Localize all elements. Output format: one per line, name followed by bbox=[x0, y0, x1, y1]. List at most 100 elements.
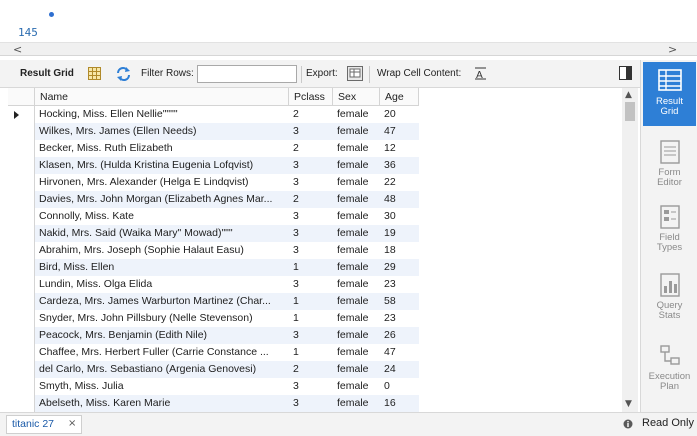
column-header-sex[interactable]: Sex bbox=[333, 88, 380, 106]
row-selector[interactable] bbox=[8, 208, 35, 225]
table-row[interactable]: Wilkes, Mrs. James (Ellen Needs) 3 female 4… bbox=[8, 123, 419, 140]
name-cell[interactable]: Bird, Miss. Ellen bbox=[35, 259, 289, 276]
scroll-up-icon[interactable]: ▲ bbox=[625, 90, 632, 100]
pclass-cell[interactable]: 3 bbox=[289, 378, 333, 395]
row-selector[interactable] bbox=[8, 191, 35, 208]
row-selector[interactable] bbox=[8, 327, 35, 344]
pclass-cell[interactable]: 2 bbox=[289, 361, 333, 378]
sex-cell[interactable]: female bbox=[333, 208, 380, 225]
editor-horizontal-scrollbar[interactable]: < > bbox=[0, 42, 697, 56]
age-cell[interactable]: 23 bbox=[380, 276, 419, 293]
grid-vertical-scrollbar[interactable]: ▲ ▼ bbox=[622, 88, 638, 413]
age-cell[interactable]: 29 bbox=[380, 259, 419, 276]
age-cell[interactable]: 30 bbox=[380, 208, 419, 225]
table-row[interactable]: Abrahim, Mrs. Joseph (Sophie Halaut Easu… bbox=[8, 242, 419, 259]
row-selector[interactable] bbox=[8, 259, 35, 276]
age-cell[interactable]: 22 bbox=[380, 174, 419, 191]
row-selector[interactable] bbox=[8, 140, 35, 157]
panel-field-types[interactable]: Field Types bbox=[643, 199, 696, 257]
sex-cell[interactable]: female bbox=[333, 191, 380, 208]
row-selector[interactable] bbox=[8, 242, 35, 259]
sql-editor[interactable]: 145 SELECT `Name`, `Pclass`, `Sex`, `Age… bbox=[0, 0, 697, 75]
scroll-thumb[interactable] bbox=[625, 102, 635, 121]
row-selector[interactable] bbox=[8, 174, 35, 191]
table-row[interactable]: Klasen, Mrs. (Hulda Kristina Eugenia Lof… bbox=[8, 157, 419, 174]
column-header-name[interactable]: Name bbox=[35, 88, 289, 106]
age-cell[interactable]: 18 bbox=[380, 242, 419, 259]
sex-cell[interactable]: female bbox=[333, 327, 380, 344]
result-tab[interactable]: titanic 27 × bbox=[6, 415, 82, 434]
table-row[interactable]: Lundin, Miss. Olga Elida 3 female 23 bbox=[8, 276, 419, 293]
toggle-panel-icon[interactable] bbox=[619, 66, 632, 80]
sex-cell[interactable]: female bbox=[333, 140, 380, 157]
name-cell[interactable]: Nakid, Mrs. Said (Waika Mary" Mowad)""" bbox=[35, 225, 289, 242]
pclass-cell[interactable]: 1 bbox=[289, 259, 333, 276]
age-cell[interactable]: 26 bbox=[380, 327, 419, 344]
pclass-cell[interactable]: 3 bbox=[289, 276, 333, 293]
pclass-cell[interactable]: 3 bbox=[289, 327, 333, 344]
row-selector[interactable] bbox=[8, 344, 35, 361]
table-row[interactable]: Snyder, Mrs. John Pillsbury (Nelle Steve… bbox=[8, 310, 419, 327]
panel-result-grid[interactable]: Result Grid bbox=[643, 62, 696, 126]
panel-query-stats[interactable]: Query Stats bbox=[643, 267, 696, 327]
scroll-down-icon[interactable]: ▼ bbox=[625, 399, 632, 409]
pclass-cell[interactable]: 3 bbox=[289, 123, 333, 140]
age-cell[interactable]: 58 bbox=[380, 293, 419, 310]
table-row[interactable]: Becker, Miss. Ruth Elizabeth 2 female 12 bbox=[8, 140, 419, 157]
close-icon[interactable]: × bbox=[68, 418, 76, 429]
table-row[interactable]: Bird, Miss. Ellen 1 female 29 bbox=[8, 259, 419, 276]
sex-cell[interactable]: female bbox=[333, 361, 380, 378]
table-row[interactable]: Davies, Mrs. John Morgan (Elizabeth Agne… bbox=[8, 191, 419, 208]
pclass-cell[interactable]: 3 bbox=[289, 208, 333, 225]
age-cell[interactable]: 20 bbox=[380, 106, 419, 123]
table-row[interactable]: Hirvonen, Mrs. Alexander (Helga E Lindqv… bbox=[8, 174, 419, 191]
table-row[interactable]: Connolly, Miss. Kate 3 female 30 bbox=[8, 208, 419, 225]
table-row[interactable]: del Carlo, Mrs. Sebastiano (Argenia Geno… bbox=[8, 361, 419, 378]
row-selector[interactable] bbox=[8, 293, 35, 310]
grid-layout-icon[interactable] bbox=[88, 67, 101, 80]
sex-cell[interactable]: female bbox=[333, 276, 380, 293]
sex-cell[interactable]: female bbox=[333, 310, 380, 327]
pclass-cell[interactable]: 3 bbox=[289, 174, 333, 191]
sex-cell[interactable]: female bbox=[333, 157, 380, 174]
sex-cell[interactable]: female bbox=[333, 395, 380, 412]
sex-cell[interactable]: female bbox=[333, 123, 380, 140]
wrap-text-icon[interactable]: A bbox=[474, 67, 487, 80]
filter-rows-input[interactable] bbox=[197, 65, 297, 83]
pclass-cell[interactable]: 1 bbox=[289, 344, 333, 361]
sex-cell[interactable]: female bbox=[333, 106, 380, 123]
pclass-cell[interactable]: 3 bbox=[289, 157, 333, 174]
column-header-pclass[interactable]: Pclass bbox=[289, 88, 333, 106]
code-line-145[interactable]: 145 SELECT `Name`, `Pclass`, `Sex`, `Age… bbox=[0, 6, 680, 75]
name-cell[interactable]: Hocking, Miss. Ellen Nellie"""" bbox=[35, 106, 289, 123]
panel-form-editor[interactable]: Form Editor bbox=[643, 134, 696, 190]
panel-execution-plan[interactable]: Execution Plan bbox=[643, 338, 696, 396]
name-cell[interactable]: del Carlo, Mrs. Sebastiano (Argenia Geno… bbox=[35, 361, 289, 378]
name-cell[interactable]: Snyder, Mrs. John Pillsbury (Nelle Steve… bbox=[35, 310, 289, 327]
age-cell[interactable]: 0 bbox=[380, 378, 419, 395]
row-selector[interactable] bbox=[8, 276, 35, 293]
age-cell[interactable]: 16 bbox=[380, 395, 419, 412]
age-cell[interactable]: 36 bbox=[380, 157, 419, 174]
row-selector[interactable] bbox=[8, 378, 35, 395]
pclass-cell[interactable]: 1 bbox=[289, 310, 333, 327]
pclass-cell[interactable]: 3 bbox=[289, 395, 333, 412]
name-cell[interactable]: Connolly, Miss. Kate bbox=[35, 208, 289, 225]
table-row[interactable]: Cardeza, Mrs. James Warburton Martinez (… bbox=[8, 293, 419, 310]
age-cell[interactable]: 19 bbox=[380, 225, 419, 242]
name-cell[interactable]: Klasen, Mrs. (Hulda Kristina Eugenia Lof… bbox=[35, 157, 289, 174]
name-cell[interactable]: Abrahim, Mrs. Joseph (Sophie Halaut Easu… bbox=[35, 242, 289, 259]
pclass-cell[interactable]: 3 bbox=[289, 242, 333, 259]
sex-cell[interactable]: female bbox=[333, 225, 380, 242]
scroll-left-icon[interactable]: < bbox=[13, 43, 22, 56]
age-cell[interactable]: 24 bbox=[380, 361, 419, 378]
sex-cell[interactable]: female bbox=[333, 378, 380, 395]
age-cell[interactable]: 12 bbox=[380, 140, 419, 157]
name-cell[interactable]: Chaffee, Mrs. Herbert Fuller (Carrie Con… bbox=[35, 344, 289, 361]
row-selector[interactable] bbox=[8, 123, 35, 140]
name-cell[interactable]: Becker, Miss. Ruth Elizabeth bbox=[35, 140, 289, 157]
name-cell[interactable]: Davies, Mrs. John Morgan (Elizabeth Agne… bbox=[35, 191, 289, 208]
name-cell[interactable]: Abelseth, Miss. Karen Marie bbox=[35, 395, 289, 412]
age-cell[interactable]: 48 bbox=[380, 191, 419, 208]
row-selector[interactable] bbox=[8, 106, 35, 123]
